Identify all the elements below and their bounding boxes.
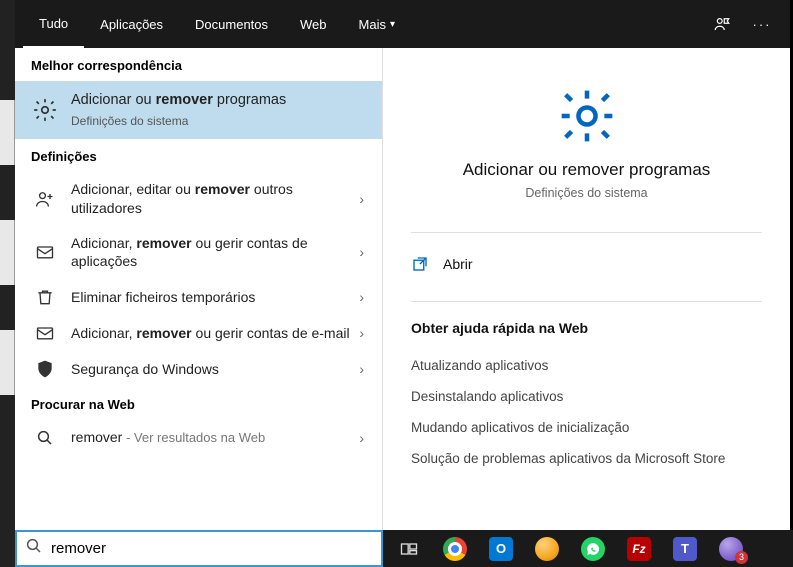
web-search-result[interactable]: remover - Ver resultados na Web ›: [15, 420, 382, 455]
section-best-match: Melhor correspondência: [15, 48, 382, 81]
notification-badge: 3: [735, 551, 748, 564]
search-input[interactable]: [43, 540, 373, 557]
taskbar-task-view[interactable]: [389, 533, 429, 565]
chrome-icon: [443, 537, 467, 561]
taskbar-whatsapp[interactable]: [573, 533, 613, 565]
help-link[interactable]: Desinstalando aplicativos: [411, 381, 762, 412]
desktop-edge: [0, 0, 15, 567]
teams-icon: T: [673, 537, 697, 561]
chevron-right-icon[interactable]: ›: [353, 361, 370, 377]
help-link[interactable]: Mudando aplicativos de inicialização: [411, 412, 762, 443]
result-item[interactable]: Segurança do Windows ›: [15, 351, 382, 387]
results-panel: Melhor correspondência Adicionar ou remo…: [15, 48, 383, 530]
search-box[interactable]: [15, 530, 383, 567]
mail-icon: [31, 323, 59, 343]
orange-app-icon: [535, 537, 559, 561]
chevron-right-icon[interactable]: ›: [353, 289, 370, 305]
detail-title: Adicionar ou remover programas: [463, 160, 711, 180]
section-search-web: Procurar na Web: [15, 387, 382, 420]
taskbar-teams[interactable]: T: [665, 533, 705, 565]
search-icon: [31, 429, 59, 447]
detail-panel: Adicionar ou remover programas Definiçõe…: [383, 48, 790, 530]
background-window-stub: [0, 100, 15, 165]
taskbar-filezilla[interactable]: Fz: [619, 533, 659, 565]
result-item[interactable]: Adicionar, remover ou gerir contas de e-…: [15, 315, 382, 351]
taskbar: O Fz T 3: [383, 530, 793, 567]
help-link[interactable]: Solução de problemas aplicativos da Micr…: [411, 443, 762, 474]
taskbar-chrome[interactable]: [435, 533, 475, 565]
feedback-button[interactable]: [702, 0, 742, 48]
search-flyout: Tudo Aplicações Documentos Web Mais▾ ···…: [15, 0, 790, 530]
result-item[interactable]: Eliminar ficheiros temporários ›: [15, 279, 382, 315]
chevron-right-icon[interactable]: ›: [353, 325, 370, 341]
taskbar-outlook[interactable]: O: [481, 533, 521, 565]
chevron-right-icon[interactable]: ›: [353, 244, 370, 260]
person-feedback-icon: [713, 15, 731, 33]
tab-all[interactable]: Tudo: [23, 0, 84, 48]
divider: [411, 232, 762, 233]
open-label: Abrir: [443, 256, 473, 272]
help-section-title: Obter ajuda rápida na Web: [411, 320, 762, 336]
chevron-right-icon[interactable]: ›: [353, 430, 370, 446]
task-view-icon: [399, 539, 419, 559]
tab-more[interactable]: Mais▾: [343, 0, 411, 48]
chevron-down-icon: ▾: [390, 19, 395, 30]
user-add-icon: [31, 189, 59, 209]
taskbar-app-orange[interactable]: [527, 533, 567, 565]
taskbar-app-purple[interactable]: 3: [711, 533, 751, 565]
section-settings: Definições: [15, 139, 382, 172]
filezilla-icon: Fz: [627, 537, 651, 561]
background-window-stub: [0, 220, 15, 285]
chevron-right-icon[interactable]: ›: [353, 191, 370, 207]
gear-large-icon: [555, 84, 619, 148]
help-link[interactable]: Atualizando aplicativos: [411, 350, 762, 381]
tab-apps[interactable]: Aplicações: [84, 0, 179, 48]
best-match-result[interactable]: Adicionar ou remover programas Definiçõe…: [15, 81, 382, 139]
result-item[interactable]: Adicionar, editar ou remover outros util…: [15, 172, 382, 226]
shield-icon: [31, 359, 59, 379]
open-icon: [411, 255, 429, 273]
whatsapp-icon: [581, 537, 605, 561]
detail-hero: Adicionar ou remover programas Definiçõe…: [411, 66, 762, 222]
background-window-stub: [0, 330, 15, 395]
mail-icon: [31, 242, 59, 262]
gear-icon: [31, 97, 59, 123]
outlook-icon: O: [489, 537, 513, 561]
result-item[interactable]: Adicionar, remover ou gerir contas de ap…: [15, 226, 382, 280]
tab-documents[interactable]: Documentos: [179, 0, 284, 48]
tab-web[interactable]: Web: [284, 0, 343, 48]
open-action[interactable]: Abrir: [411, 251, 762, 291]
divider: [411, 301, 762, 302]
detail-subtitle: Definições do sistema: [525, 186, 647, 200]
search-icon: [25, 537, 43, 560]
more-icon: ···: [753, 17, 772, 32]
options-button[interactable]: ···: [742, 0, 782, 48]
trash-icon: [31, 287, 59, 307]
search-tabs: Tudo Aplicações Documentos Web Mais▾ ···: [15, 0, 790, 48]
